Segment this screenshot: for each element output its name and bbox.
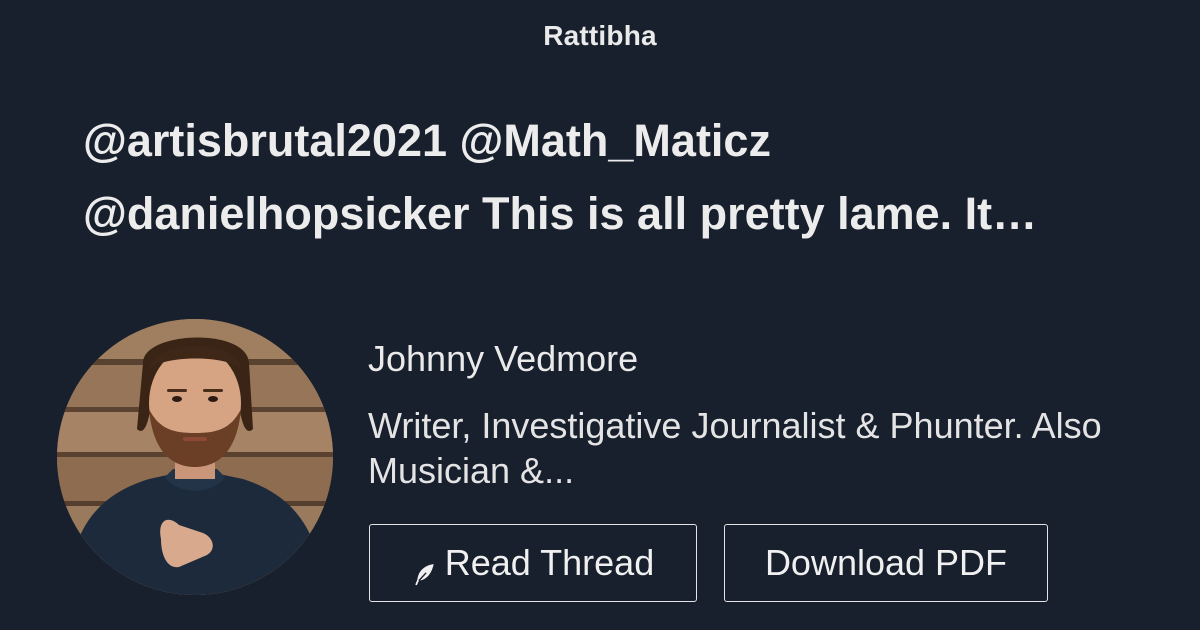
read-thread-label: Read Thread	[444, 542, 655, 583]
thread-title: @artisbrutal2021 @Math_Maticz @danielhop…	[83, 104, 1123, 250]
read-thread-button[interactable]: Read Thread	[369, 524, 697, 602]
author-avatar	[57, 319, 333, 595]
thread-title-line: @danielhopsicker This is all pretty lame…	[83, 188, 1038, 239]
download-pdf-button[interactable]: Download PDF	[724, 524, 1048, 602]
avatar-image	[57, 319, 333, 595]
site-brand: Rattibha	[543, 20, 657, 51]
author-bio-line: Writer, Investigative Journalist & Phunt…	[368, 405, 1102, 446]
author-bio: Writer, Investigative Journalist & Phunt…	[368, 403, 1200, 493]
thread-title-line: @artisbrutal2021 @Math_Maticz	[83, 115, 771, 166]
author-name: Johnny Vedmore	[368, 338, 639, 379]
feather-icon	[412, 555, 438, 586]
download-pdf-label: Download PDF	[764, 542, 1008, 583]
author-bio-line: Musician &...	[368, 450, 575, 491]
